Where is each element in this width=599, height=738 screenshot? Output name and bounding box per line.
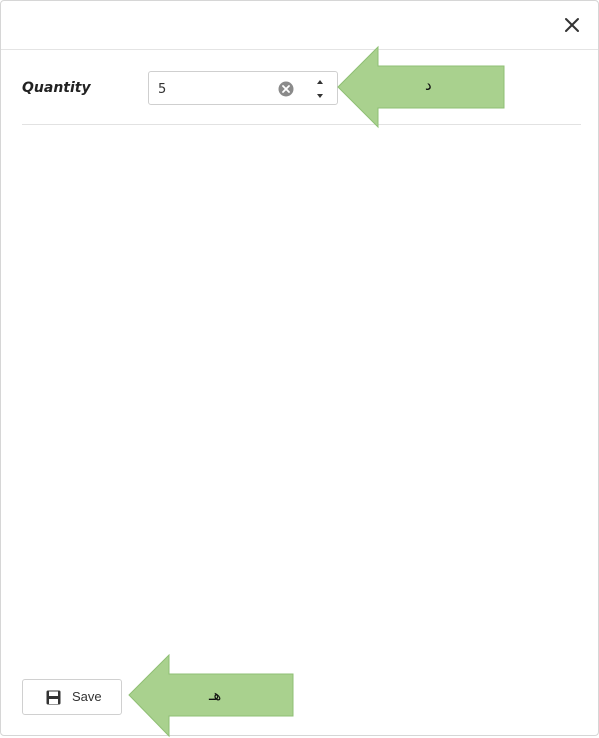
save-button[interactable]: Save [22, 679, 122, 715]
caret-up-icon[interactable] [312, 76, 328, 88]
clear-circle-icon[interactable] [278, 81, 294, 97]
annotation-arrow-bottom-label: هـ [209, 686, 222, 704]
caret-down-icon[interactable] [312, 90, 328, 102]
quantity-input[interactable] [158, 78, 268, 100]
quantity-label: Quantity [22, 80, 91, 96]
quantity-stepper[interactable] [148, 71, 338, 105]
save-button-label: Save [72, 689, 102, 704]
dialog-header [1, 1, 598, 50]
quantity-dialog: Quantity Save [0, 0, 599, 736]
annotation-arrow-top-label: د [425, 76, 432, 94]
save-floppy-icon [46, 690, 61, 705]
close-icon[interactable] [560, 13, 584, 37]
annotation-arrow-top [337, 45, 505, 129]
